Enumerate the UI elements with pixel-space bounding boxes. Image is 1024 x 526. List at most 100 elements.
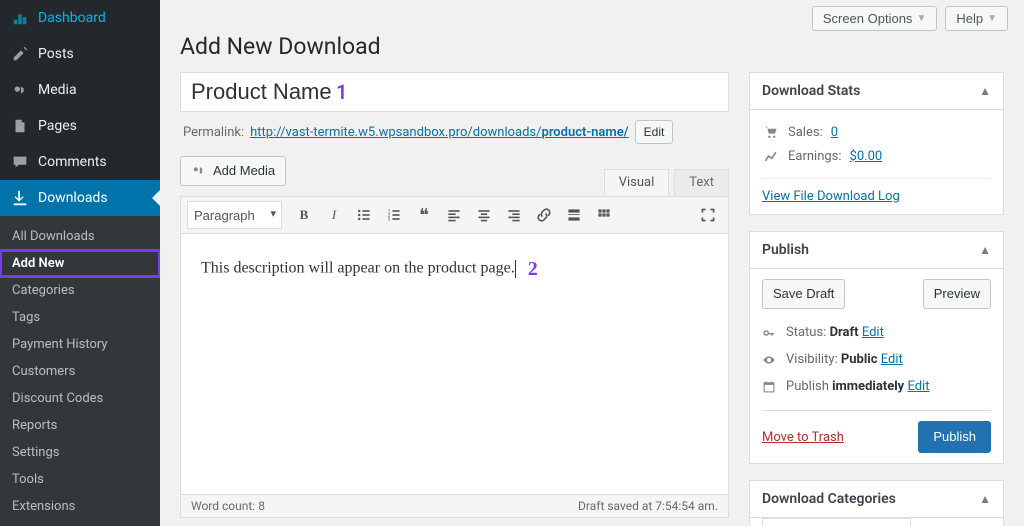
sales-value-link[interactable]: 0 [831,125,838,140]
earnings-value-link[interactable]: $0.00 [850,149,883,164]
download-stats-box: Download Stats ▲ Sales: 0 Earnings: $0.0… [749,72,1004,215]
topbar: Screen Options▼ Help▼ [160,0,1024,31]
screen-options-button[interactable]: Screen Options▼ [812,6,938,31]
chevron-up-icon: ▲ [979,243,991,257]
tab-visual[interactable]: Visual [604,169,670,196]
word-count: Word count: 8 [191,499,265,513]
cart-icon [762,124,780,140]
bold-button[interactable]: B [290,201,318,229]
editor-wrap: Paragraph B I 123 ❝ This descript [180,196,729,495]
help-button[interactable]: Help▼ [945,6,1008,31]
tab-text[interactable]: Text [674,169,729,196]
align-center-button[interactable] [470,201,498,229]
sidebar-item-comments[interactable]: Comments [0,144,160,180]
status-value: Draft [830,325,859,340]
fullscreen-button[interactable] [694,201,722,229]
tab-all-categories[interactable]: All Download Categories [762,518,911,526]
pages-icon [10,116,30,136]
submenu-item-categories[interactable]: Categories [0,277,160,304]
key-icon [762,326,778,340]
edit-status-link[interactable]: Edit [862,325,884,340]
sidebar-item-media[interactable]: Media [0,72,160,108]
media-icon [191,163,207,179]
visibility-label: Visibility: [786,352,838,367]
editor-text: This description will appear on the prod… [201,260,515,277]
svg-text:3: 3 [388,217,391,223]
align-left-button[interactable] [440,201,468,229]
submenu-item-extensions[interactable]: Extensions [0,493,160,520]
downloads-icon [10,188,30,208]
metabox-header[interactable]: Publish ▲ [750,232,1003,269]
editor-topbar: Add Media Visual Text [180,156,729,196]
preview-button[interactable]: Preview [923,279,991,309]
numbered-list-button[interactable]: 123 [380,201,408,229]
download-categories-box: Download Categories ▲ All Download Categ… [749,480,1004,526]
submenu-item-tools[interactable]: Tools [0,466,160,493]
tab-most-used[interactable]: Most Used [911,518,987,526]
chevron-up-icon: ▲ [979,492,991,506]
status-label: Status: [786,325,826,340]
sidebar-item-dashboard[interactable]: Dashboard [0,0,160,36]
main-content: Screen Options▼ Help▼ Add New Download 1… [160,0,1024,526]
sidebar-item-label: Media [38,82,77,98]
sidebar-item-label: Posts [38,46,74,62]
calendar-icon [762,380,778,394]
sidebar-item-label: Pages [38,118,77,134]
sidebar-item-label: Downloads [38,190,108,206]
edit-publish-link[interactable]: Edit [907,379,929,394]
sidebar-submenu: All Downloads Add New Categories Tags Pa… [0,216,160,526]
italic-button[interactable]: I [320,201,348,229]
submenu-item-reports[interactable]: Reports [0,412,160,439]
submenu-item-settings[interactable]: Settings [0,439,160,466]
editor-body[interactable]: This description will appear on the prod… [181,234,728,494]
posts-icon [10,44,30,64]
view-log-link[interactable]: View File Download Log [762,178,991,204]
editor-footer: Word count: 8 Draft saved at 7:54:54 am. [180,495,729,518]
sidebar-item-label: Dashboard [38,10,106,26]
visibility-value: Public [841,352,878,367]
save-draft-button[interactable]: Save Draft [762,279,845,309]
submenu-item-all-downloads[interactable]: All Downloads [0,223,160,250]
submenu-item-discount-codes[interactable]: Discount Codes [0,385,160,412]
permalink-link[interactable]: http://vast-termite.w5.wpsandbox.pro/dow… [250,125,629,140]
chevron-down-icon: ▼ [987,13,997,24]
media-icon [10,80,30,100]
annotation-callout-2: 2 [528,258,538,280]
publish-label: Publish [786,379,829,394]
align-right-button[interactable] [500,201,528,229]
toolbar-toggle-button[interactable] [590,201,618,229]
text-cursor [515,260,516,278]
sidebar-item-label: Comments [38,154,107,170]
editor-toolbar: Paragraph B I 123 ❝ [181,197,728,234]
chevron-up-icon: ▲ [979,84,991,98]
submenu-item-add-new[interactable]: Add New [0,250,160,277]
blockquote-button[interactable]: ❝ [410,201,438,229]
publish-button[interactable]: Publish [918,421,991,453]
metabox-header[interactable]: Download Categories ▲ [750,481,1003,518]
add-media-button[interactable]: Add Media [180,156,286,186]
format-select[interactable]: Paragraph [187,201,282,229]
edit-slug-button[interactable]: Edit [635,120,674,144]
sidebar-item-posts[interactable]: Posts [0,36,160,72]
dashboard-icon [10,8,30,28]
draft-saved-label: Draft saved at 7:54:54 am. [578,499,718,513]
chart-icon [762,148,780,164]
publish-value: immediately [832,379,904,394]
move-to-trash-link[interactable]: Move to Trash [762,430,844,445]
metabox-header[interactable]: Download Stats ▲ [750,73,1003,110]
sales-label: Sales: [788,125,823,140]
sidebar-item-downloads[interactable]: Downloads [0,180,160,216]
annotation-callout-1: 1 [336,80,347,104]
admin-sidebar: Dashboard Posts Media Pages Comments Dow… [0,0,160,526]
edit-visibility-link[interactable]: Edit [881,352,903,367]
bulleted-list-button[interactable] [350,201,378,229]
submenu-item-tags[interactable]: Tags [0,304,160,331]
sidebar-item-pages[interactable]: Pages [0,108,160,144]
post-title-input[interactable] [180,72,729,112]
editor-column: 1 Permalink: http://vast-termite.w5.wpsa… [180,72,729,508]
submenu-item-customers[interactable]: Customers [0,358,160,385]
submenu-item-payment-history[interactable]: Payment History [0,331,160,358]
eye-icon [762,353,778,367]
link-button[interactable] [530,201,558,229]
read-more-button[interactable] [560,201,588,229]
